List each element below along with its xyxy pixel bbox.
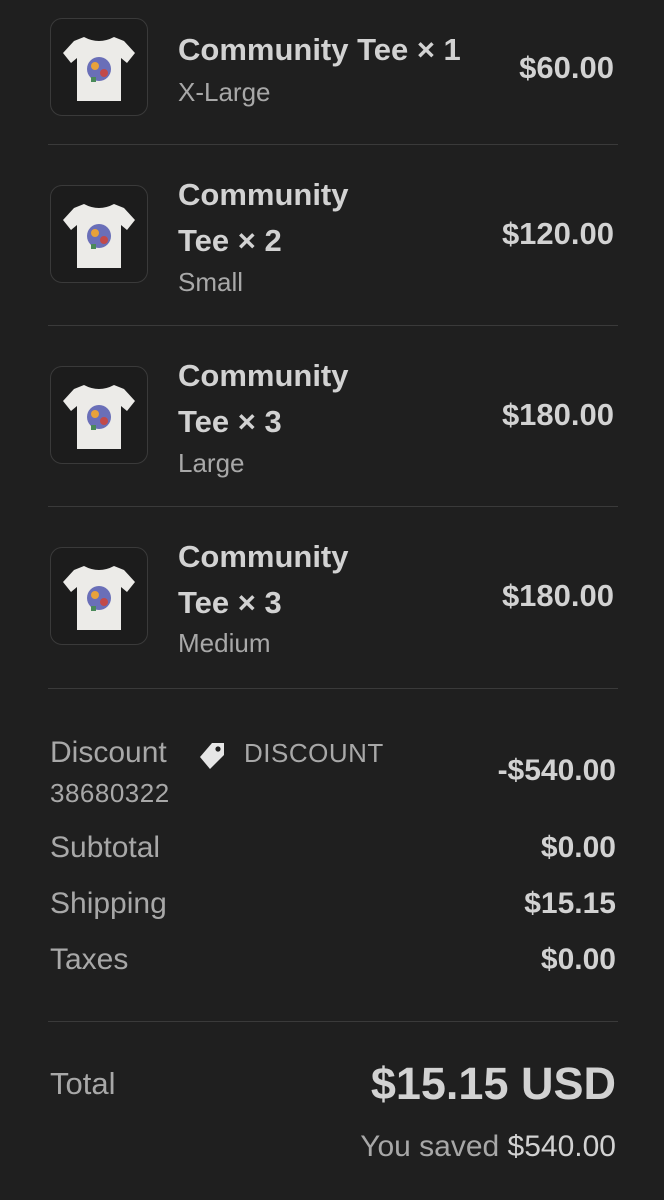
taxes-label: Taxes xyxy=(50,943,129,976)
divider xyxy=(48,1021,618,1022)
item-price: $180.00 xyxy=(501,578,614,613)
shipping-label: Shipping xyxy=(50,887,167,920)
item-variant: X-Large xyxy=(178,77,271,107)
savings-label: You saved xyxy=(360,1130,500,1163)
item-name: Community Tee × 1 xyxy=(178,32,461,67)
product-image xyxy=(50,185,148,283)
item-variant: Large xyxy=(178,448,245,478)
taxes-value: $0.00 xyxy=(540,943,616,976)
savings-amount: $540.00 xyxy=(507,1130,616,1163)
order-summary: Community Tee × 1 X-Large $60.00 Communi… xyxy=(0,0,664,1200)
item-name: Community Tee × 3 xyxy=(178,539,349,620)
tag-icon xyxy=(200,743,224,769)
tshirt-icon xyxy=(63,37,135,101)
product-image xyxy=(50,366,148,464)
divider xyxy=(48,325,618,326)
total-value: $15.15 USD xyxy=(370,1058,616,1109)
divider xyxy=(48,144,618,145)
item-variant: Medium xyxy=(178,628,271,658)
tshirt-icon xyxy=(63,385,135,449)
subtotal-value: $0.00 xyxy=(540,831,616,864)
total-label: Total xyxy=(50,1066,116,1101)
subtotal-label: Subtotal xyxy=(50,831,161,864)
divider xyxy=(48,506,618,507)
discount-value: -$540.00 xyxy=(497,754,616,787)
item-price: $60.00 xyxy=(519,50,614,85)
divider xyxy=(48,688,618,689)
item-variant: Small xyxy=(178,267,244,297)
item-name: Community Tee × 2 xyxy=(178,177,349,258)
savings-note: You saved $540.00 xyxy=(360,1130,616,1164)
shipping-value: $15.15 xyxy=(524,887,616,920)
item-price: $180.00 xyxy=(501,397,614,432)
tshirt-icon xyxy=(63,204,135,268)
discount-label: Discount xyxy=(50,736,167,769)
tshirt-icon xyxy=(63,566,135,630)
item-name: Community Tee × 3 xyxy=(178,358,349,439)
item-price: $120.00 xyxy=(501,216,614,251)
discount-code-number: 38680322 xyxy=(50,778,170,808)
discount-code: DISCOUNT xyxy=(244,738,384,768)
product-image xyxy=(50,547,148,645)
product-image xyxy=(50,18,148,116)
